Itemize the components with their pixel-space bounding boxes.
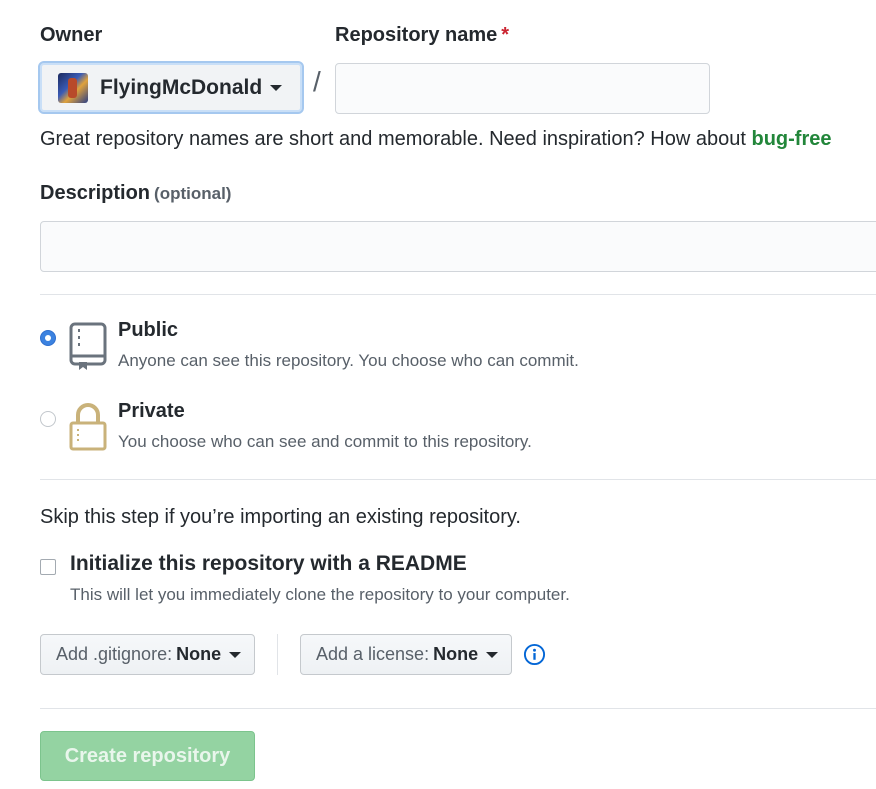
hint-text: Great repository names are short and mem… (40, 128, 752, 150)
create-repository-button[interactable]: Create repository (40, 731, 255, 781)
public-radio[interactable] (40, 330, 56, 346)
chevron-down-icon (270, 84, 283, 91)
import-skip-text: Skip this step if you’re importing an ex… (40, 506, 521, 528)
description-label-text: Description (40, 182, 151, 204)
readme-description: This will let you immediately clone the … (70, 585, 570, 604)
divider (40, 294, 876, 295)
vertical-divider (277, 634, 278, 675)
private-title: Private (118, 400, 185, 422)
optional-tag: (optional) (154, 184, 232, 203)
owner-select[interactable]: FlyingMcDonald (38, 61, 304, 114)
readme-checkbox[interactable] (40, 559, 56, 575)
owner-label: Owner (40, 24, 103, 46)
private-description: You choose who can see and commit to thi… (118, 432, 532, 451)
chevron-down-icon (229, 651, 242, 658)
chevron-down-icon (486, 651, 499, 658)
divider (40, 479, 876, 480)
license-value: None (433, 644, 479, 664)
gitignore-label: Add .gitignore: (56, 644, 173, 664)
readme-title[interactable]: Initialize this repository with a README (70, 552, 467, 576)
repository-name-label-text: Repository name (335, 24, 498, 46)
owner-repo-separator: / (313, 66, 321, 97)
gitignore-value: None (176, 644, 222, 664)
public-title: Public (118, 319, 179, 341)
license-dropdown[interactable]: Add a license: None (300, 634, 512, 675)
repository-name-hint: Great repository names are short and mem… (40, 128, 831, 151)
license-label: Add a license: (316, 644, 430, 664)
name-suggestion-link[interactable]: bug-free (751, 128, 831, 150)
repository-name-label: Repository name * (335, 24, 509, 47)
divider (40, 708, 876, 709)
required-mark: * (501, 24, 510, 46)
repository-name-input[interactable] (335, 63, 710, 114)
info-icon[interactable] (523, 643, 546, 666)
description-label: Description (optional) (40, 182, 231, 205)
owner-name: FlyingMcDonald (100, 75, 263, 99)
avatar (58, 72, 88, 103)
public-description: Anyone can see this repository. You choo… (118, 351, 579, 370)
lock-icon (69, 403, 107, 451)
repo-book-icon (69, 322, 107, 370)
private-radio[interactable] (40, 411, 56, 427)
gitignore-dropdown[interactable]: Add .gitignore: None (40, 634, 255, 675)
description-input[interactable] (40, 221, 876, 272)
